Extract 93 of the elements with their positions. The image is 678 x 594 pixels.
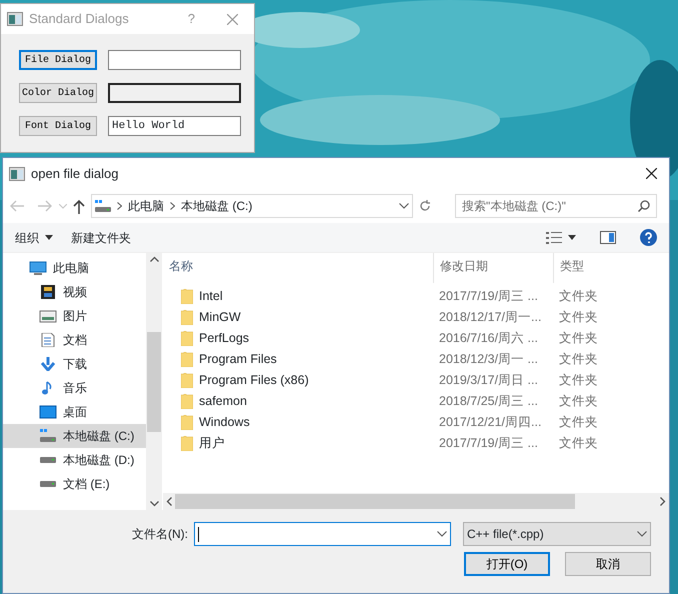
folder-icon	[181, 373, 193, 388]
column-header[interactable]: 类型	[553, 253, 590, 283]
table-cell-text: 文件夹	[558, 393, 598, 410]
breadcrumb[interactable]: 此电脑	[128, 197, 164, 215]
toolbar-button[interactable]: 组织	[15, 228, 53, 246]
caret-icon	[45, 235, 53, 240]
folder-icon	[181, 352, 193, 367]
app-icon	[7, 12, 23, 26]
table-cell-text: 文件夹	[558, 288, 598, 306]
dialog-button[interactable]: Font Dialog	[19, 116, 97, 136]
table-cell-text: 2017/12/21/周四...	[438, 414, 542, 432]
sidebar-item[interactable]: 文档 (E:)	[3, 472, 146, 496]
file-name[interactable]: Intel	[199, 287, 223, 306]
folder-icon	[181, 331, 193, 346]
film-icon	[39, 285, 57, 299]
sidebar-item[interactable]: 本地磁盘 (D:)	[3, 448, 146, 472]
folder-icon	[181, 289, 193, 304]
dropdown-icon	[637, 531, 647, 537]
computer-icon	[29, 261, 47, 275]
folder-icon	[181, 436, 193, 451]
up-icon[interactable]	[73, 198, 85, 214]
sidebar-item[interactable]: 音乐	[3, 376, 146, 400]
sidebar-item[interactable]: 文档	[3, 328, 146, 352]
sidebar-item[interactable]: 本地磁盘 (C:)	[3, 424, 146, 448]
window-title: open file dialog	[31, 164, 118, 183]
folder-icon	[181, 394, 193, 409]
refresh-icon[interactable]	[419, 200, 431, 212]
help-icon[interactable]	[640, 229, 657, 246]
drive-icon	[39, 429, 57, 443]
table-cell-text: 2016/7/16/周六 ...	[438, 330, 539, 348]
folder-icon	[181, 310, 193, 325]
toolbar-button[interactable]: 新建文件夹	[71, 228, 131, 246]
caret-icon[interactable]	[568, 235, 576, 240]
sidebar-item[interactable]: 图片	[3, 304, 146, 328]
sidebar-item[interactable]: 下载	[3, 352, 146, 376]
preview-pane-icon[interactable]	[600, 231, 616, 244]
dialog-button[interactable]: File Dialog	[19, 50, 97, 70]
document-icon	[39, 333, 57, 347]
field-label: 文件名(N):	[132, 526, 188, 543]
file-name[interactable]: safemon	[199, 392, 247, 411]
picture-icon	[39, 309, 57, 323]
dialog-button[interactable]: Color Dialog	[19, 83, 97, 103]
scroll-down-icon[interactable]	[150, 501, 158, 507]
folder-icon	[181, 415, 193, 430]
view-icon[interactable]	[546, 232, 562, 244]
file-name[interactable]: PerfLogs	[199, 329, 250, 348]
dropdown-icon	[437, 531, 447, 537]
sidebar-item[interactable]: 视频	[3, 280, 146, 304]
desktop-icon	[39, 405, 57, 419]
file-name[interactable]: Windows	[199, 413, 250, 432]
table-cell-text: 文件夹	[558, 435, 598, 452]
dialog-button[interactable]: 打开(O)	[464, 552, 550, 576]
scrollbar-thumb[interactable]	[175, 494, 575, 509]
chevron-icon	[170, 202, 175, 210]
filter-dropdown[interactable]: C++ file(*.cpp)	[463, 522, 651, 546]
sidebar-item[interactable]: 桌面	[3, 400, 146, 424]
dialog-button[interactable]: 取消	[565, 552, 651, 576]
file-name[interactable]: 用户	[199, 434, 225, 453]
table-cell-text: 2017/7/19/周三 ...	[438, 435, 539, 452]
table-cell-text: 文件夹	[558, 414, 598, 432]
filename-field[interactable]	[194, 522, 451, 546]
drive-icon	[40, 457, 56, 463]
file-name[interactable]: Program Files	[199, 350, 277, 369]
dropdown-icon[interactable]	[399, 203, 409, 209]
app-icon	[9, 166, 25, 180]
table-cell-text: 2018/12/3/周一 ...	[438, 351, 539, 368]
scrollbar-thumb[interactable]	[147, 332, 161, 432]
sidebar-item[interactable]: 此电脑	[3, 256, 146, 280]
table-cell-text: 文件夹	[558, 372, 598, 390]
close-icon[interactable]	[646, 168, 657, 179]
chevron-icon	[117, 202, 122, 210]
file-name[interactable]: MinGW	[199, 308, 241, 327]
scroll-right-icon[interactable]	[660, 497, 666, 506]
table-cell-text: 文件夹	[558, 330, 598, 348]
address-bar[interactable]: 此电脑 本地磁盘 (C:)	[91, 194, 413, 218]
column-header[interactable]: 名称	[163, 253, 433, 283]
scroll-up-icon[interactable]	[150, 256, 158, 262]
table-cell-text: 2019/3/17/周日 ...	[438, 372, 539, 390]
table-cell-text: 文件夹	[558, 351, 598, 368]
table-cell-text: 2018/12/17/周一...	[438, 309, 542, 326]
search-icon	[638, 200, 650, 212]
table-cell-text: 文件夹	[558, 309, 598, 326]
table-cell-text: 2018/7/25/周三 ...	[438, 393, 539, 410]
breadcrumb[interactable]: 本地磁盘 (C:)	[181, 197, 252, 215]
scroll-left-icon[interactable]	[166, 497, 172, 506]
table-cell-text: 2017/7/19/周三 ...	[438, 288, 539, 306]
download-arrow-icon	[39, 357, 57, 371]
search-field[interactable]: 搜索"本地磁盘 (C:)"	[455, 194, 657, 218]
file-name[interactable]: Program Files (x86)	[199, 371, 309, 390]
column-header[interactable]: 修改日期	[433, 253, 553, 283]
drive-icon	[95, 200, 111, 212]
window-title: Standard Dialogs	[29, 10, 129, 28]
drive-icon	[40, 481, 56, 487]
